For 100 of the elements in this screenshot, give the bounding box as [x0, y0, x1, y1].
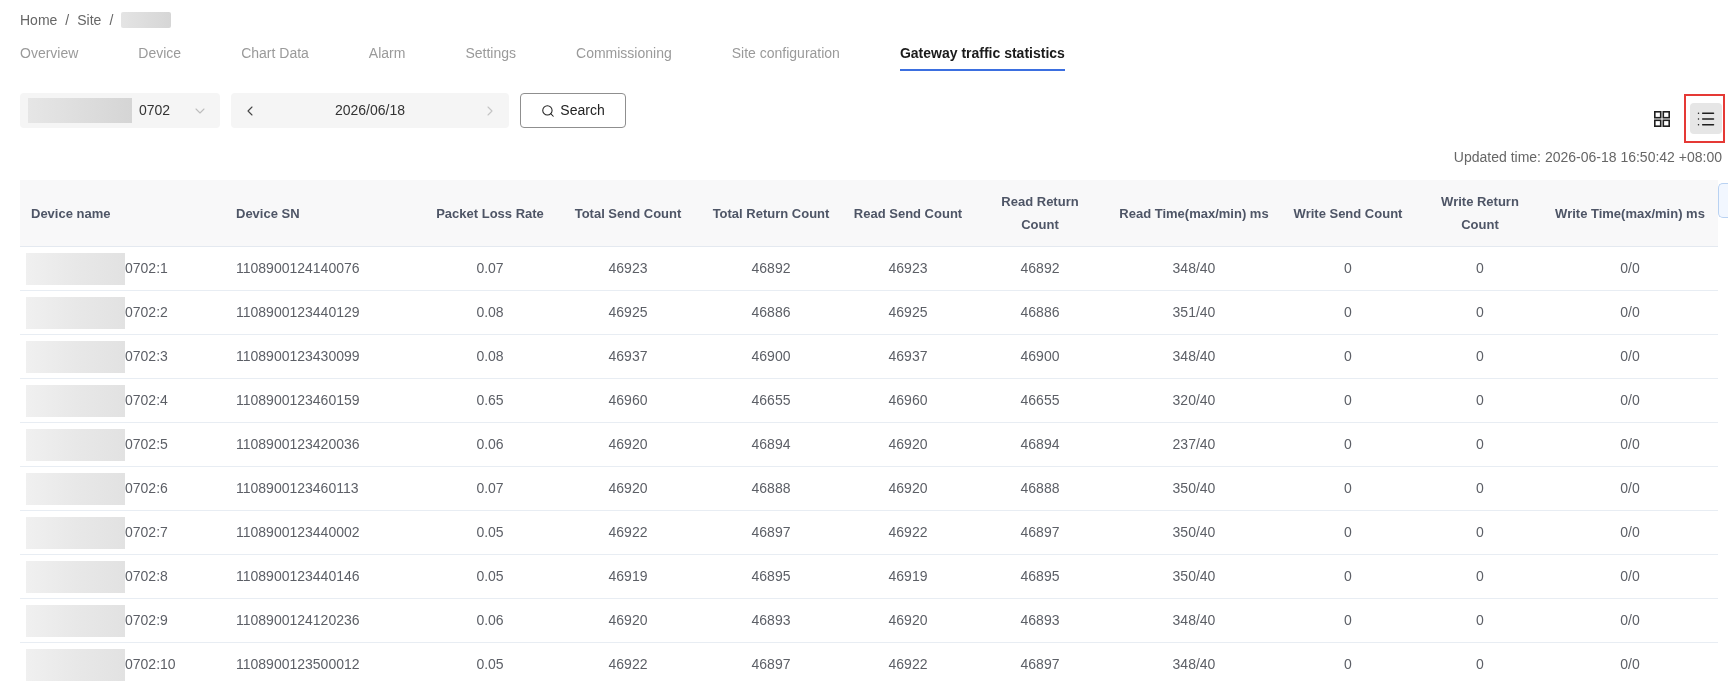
table-cell-text: 0702:7	[125, 523, 168, 542]
view-toggle-button[interactable]	[1654, 110, 1670, 127]
device-select[interactable]: 0702	[20, 93, 220, 128]
table-cell: 1108900123500012	[236, 656, 360, 672]
table-cell: 46960	[888, 392, 928, 408]
grid-icon	[1654, 110, 1670, 127]
breadcrumb-link[interactable]: Site	[77, 11, 102, 29]
select-value: 0702	[139, 101, 171, 120]
table-cell: 46925	[888, 304, 928, 320]
table-cell: 0.06	[476, 612, 504, 628]
table-cell: 46920	[888, 480, 928, 496]
table-cell: 46888	[1020, 480, 1060, 496]
table-cell: 1108900123460159	[236, 392, 360, 408]
table-cell: 46897	[1020, 524, 1060, 540]
tab[interactable]: Device	[138, 38, 182, 71]
table-cell: 0.05	[476, 568, 504, 584]
table-cell: 1108900123460113	[236, 480, 359, 496]
column-header: Write Time(max/min) ms	[1555, 204, 1705, 223]
table-cell: 0.08	[476, 304, 504, 320]
table-cell: 0.65	[476, 392, 504, 408]
table-cell: 0/0	[1620, 612, 1640, 628]
table-cell-text: 0702:3	[125, 347, 168, 366]
table-cell: 46937	[608, 348, 648, 364]
table-cell: 46897	[751, 524, 791, 540]
table-cell: 0/0	[1620, 304, 1640, 320]
table-cell: 46937	[888, 348, 928, 364]
table-cell: 46886	[1020, 304, 1060, 320]
table-cell: 0.06	[476, 436, 504, 452]
tab[interactable]: Site configuration	[731, 38, 840, 71]
table-cell: 0	[1476, 260, 1484, 276]
table-cell: 46922	[888, 524, 928, 540]
table-cell: 0/0	[1620, 480, 1640, 496]
table-cell: 0/0	[1620, 436, 1640, 452]
table-cell: 1108900123440002	[236, 524, 360, 540]
table-cell: 46919	[888, 568, 928, 584]
table-cell: 46925	[608, 304, 648, 320]
search-button[interactable]: Search	[520, 93, 626, 128]
table-cell: 46960	[608, 392, 648, 408]
table-cell: 46920	[608, 612, 648, 628]
table-cell: 0	[1344, 480, 1352, 496]
table-cell: 0/0	[1620, 524, 1640, 540]
table-cell: 350/40	[1172, 480, 1216, 496]
table-cell: 0	[1344, 348, 1352, 364]
table-cell: 0.07	[476, 260, 504, 276]
table-cell: 0/0	[1620, 568, 1640, 584]
table-cell: 46895	[751, 568, 791, 584]
table-cell: 1108900123440146	[236, 568, 360, 584]
table-cell: 0	[1344, 304, 1352, 320]
date-value: 2026/06/18	[334, 101, 406, 120]
table-cell: 46894	[751, 436, 791, 452]
column-header: Read Return Count	[1000, 193, 1080, 234]
table-cell: 0	[1344, 392, 1352, 408]
table-cell: 46892	[1020, 260, 1060, 276]
search-icon	[541, 103, 556, 118]
redacted-block	[121, 12, 172, 28]
tab[interactable]: Chart Data	[241, 38, 309, 71]
table-cell: 46920	[608, 480, 648, 496]
column-header: Total Return Count	[712, 204, 830, 223]
table-cell: 0/0	[1620, 260, 1640, 276]
table-cell: 0	[1476, 656, 1484, 672]
tab[interactable]: Commissioning	[576, 38, 672, 71]
table-cell: 46919	[608, 568, 648, 584]
table-cell-text: 0702:2	[125, 303, 168, 322]
table-cell: 0.07	[476, 480, 504, 496]
table-cell-text: 0702:4	[125, 391, 168, 410]
table-cell: 348/40	[1172, 260, 1216, 276]
tab[interactable]: Overview	[20, 38, 79, 71]
table-cell: 0/0	[1620, 348, 1640, 364]
date-picker[interactable]: 2026/06/18	[231, 93, 509, 128]
table-cell: 0	[1476, 524, 1484, 540]
table-cell: 0	[1344, 612, 1352, 628]
breadcrumb-link[interactable]: Home	[20, 11, 58, 29]
table-cell: 46893	[1020, 612, 1060, 628]
breadcrumb-separator: /	[65, 11, 70, 29]
table-cell-text: 0702:6	[125, 479, 168, 498]
updated-time: Updated time: 2026-06-18 16:50:42 +08:00	[1453, 148, 1722, 166]
table-cell: 46922	[608, 656, 648, 672]
table-cell-text: 0702:5	[125, 435, 168, 454]
tab[interactable]: Gateway traffic statistics	[899, 38, 1065, 71]
table-cell-text: 0702:10	[125, 655, 176, 674]
table-cell: 46888	[751, 480, 791, 496]
table-cell: 46892	[751, 260, 791, 276]
view-toggle-button[interactable]	[1690, 103, 1722, 134]
tab[interactable]: Alarm	[368, 38, 406, 71]
column-header: Device SN	[236, 204, 300, 223]
table-cell: 46897	[751, 656, 791, 672]
table-cell: 46922	[888, 656, 928, 672]
table-cell: 1108900124140076	[236, 260, 360, 276]
table-cell: 351/40	[1172, 304, 1216, 320]
table-cell-text: 0702:1	[125, 259, 168, 278]
table-cell: 0	[1344, 568, 1352, 584]
column-header: Write Send Count	[1293, 204, 1403, 223]
table-cell: 0.05	[476, 656, 504, 672]
tab[interactable]: Settings	[465, 38, 516, 71]
table-cell: 0	[1476, 436, 1484, 452]
breadcrumb-separator: /	[109, 11, 114, 29]
table-cell: 46923	[888, 260, 928, 276]
table-cell: 46923	[608, 260, 648, 276]
table-cell: 320/40	[1172, 392, 1216, 408]
table-cell: 46895	[1020, 568, 1060, 584]
